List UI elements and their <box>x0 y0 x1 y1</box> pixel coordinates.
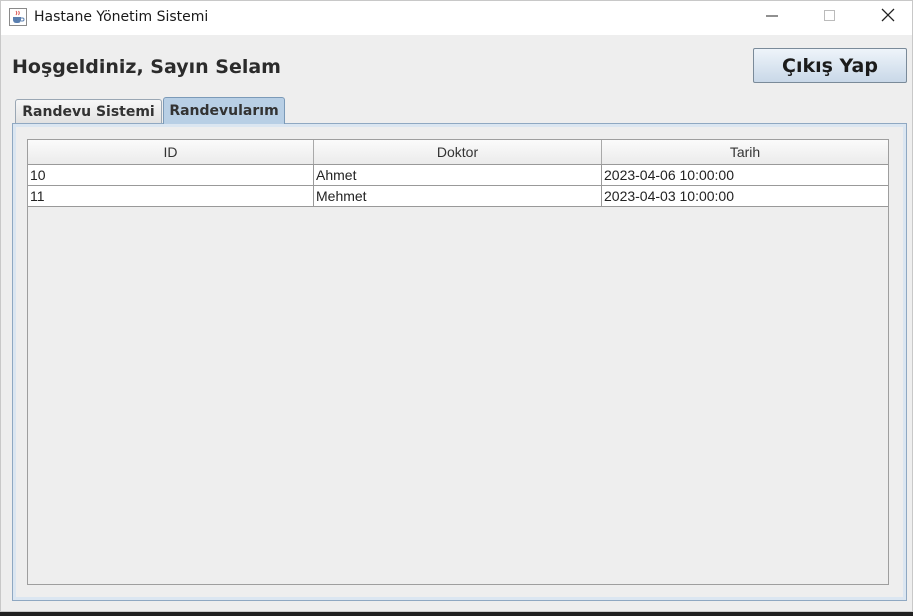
appointments-table-body: 10 Ahmet 2023-04-06 10:00:00 11 Mehmet 2… <box>28 165 888 207</box>
cell-id[interactable]: 10 <box>28 165 314 185</box>
cell-id[interactable]: 11 <box>28 186 314 206</box>
logout-button[interactable]: Çıkış Yap <box>753 48 907 83</box>
close-icon <box>881 8 895 27</box>
column-header-id[interactable]: ID <box>28 140 314 164</box>
table-header: ID Doktor Tarih <box>28 140 888 165</box>
tab-randevularim[interactable]: Randevularım <box>163 97 285 124</box>
maximize-button[interactable] <box>807 1 853 34</box>
welcome-label: Hoşgeldiniz, Sayın Selam <box>12 56 281 78</box>
app-window: Hastane Yönetim Sistemi Hoşgeldiniz, Say… <box>0 0 913 612</box>
column-header-doktor[interactable]: Doktor <box>314 140 602 164</box>
table-row[interactable]: 10 Ahmet 2023-04-06 10:00:00 <box>28 165 888 186</box>
java-coffee-icon <box>9 8 27 26</box>
table-row[interactable]: 11 Mehmet 2023-04-03 10:00:00 <box>28 186 888 207</box>
cell-doktor[interactable]: Mehmet <box>314 186 602 206</box>
minimize-icon <box>766 9 778 27</box>
close-button[interactable] <box>865 1 911 34</box>
title-bar: Hastane Yönetim Sistemi <box>1 1 912 35</box>
cell-tarih[interactable]: 2023-04-03 10:00:00 <box>602 186 888 206</box>
cell-doktor[interactable]: Ahmet <box>314 165 602 185</box>
column-header-tarih[interactable]: Tarih <box>602 140 888 164</box>
minimize-button[interactable] <box>749 1 795 34</box>
taskbar-edge <box>0 612 913 616</box>
cell-tarih[interactable]: 2023-04-06 10:00:00 <box>602 165 888 185</box>
tab-randevu-sistemi[interactable]: Randevu Sistemi <box>15 99 162 123</box>
maximize-icon <box>824 9 836 27</box>
window-title: Hastane Yönetim Sistemi <box>34 9 209 25</box>
